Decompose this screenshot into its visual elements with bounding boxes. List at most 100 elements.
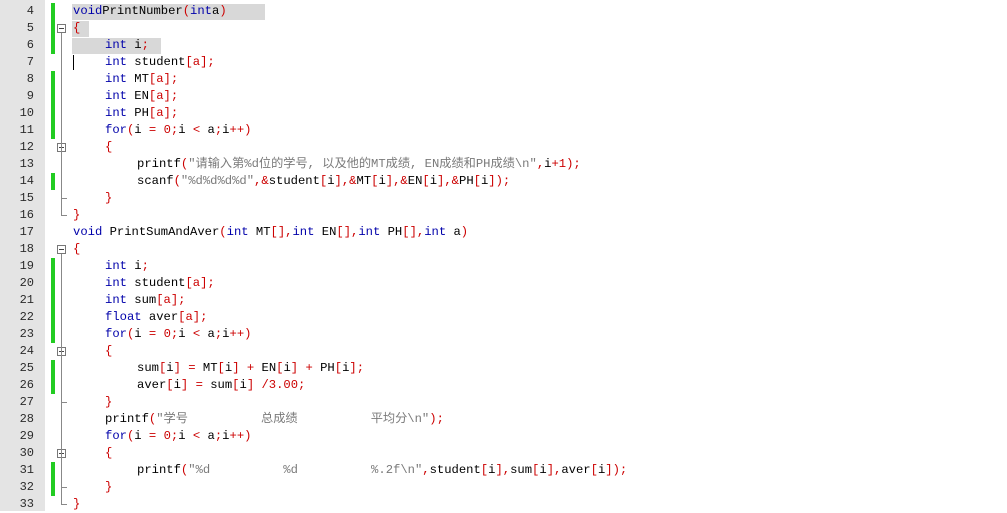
code-token: ], <box>546 463 562 477</box>
code-text[interactable]: int i; <box>105 37 149 54</box>
fold-toggle-icon[interactable] <box>57 245 66 254</box>
code-token: "请输入第%d位的学号, 以及他的MT成绩, EN成绩和PH成绩\n" <box>188 157 537 171</box>
line-number: 6 <box>26 38 34 52</box>
code-token: student <box>429 463 481 477</box>
code-line[interactable]: 10 int PH[a]; <box>0 105 1007 122</box>
change-marker <box>51 105 55 122</box>
code-line[interactable]: 11 for(i = 0;i < a;i++) <box>0 122 1007 139</box>
code-text[interactable]: for(i = 0;i < a;i++) <box>105 122 251 139</box>
code-token: EN <box>407 174 423 188</box>
code-token: , <box>422 463 430 477</box>
code-token: } <box>105 191 113 205</box>
code-line[interactable]: 19 int i; <box>0 258 1007 275</box>
code-text[interactable]: scanf("%d%d%d%d",&student[i],&MT[i],&EN[… <box>137 173 510 190</box>
code-token: EN <box>314 225 337 239</box>
code-text[interactable]: void PrintSumAndAver(int MT[],int EN[],i… <box>73 224 468 241</box>
code-line[interactable]: 6 int i; <box>0 37 1007 54</box>
code-text[interactable]: } <box>105 479 112 496</box>
code-token: [], <box>270 225 293 239</box>
code-text[interactable]: int student[a]; <box>105 275 215 292</box>
code-line[interactable]: 29 for(i = 0;i < a;i++) <box>0 428 1007 445</box>
code-text[interactable]: voidPrintNumber(inta) <box>73 3 227 20</box>
code-line[interactable]: 33} <box>0 496 1007 513</box>
code-text[interactable]: for(i = 0;i < a;i++) <box>105 326 251 343</box>
code-line[interactable]: 7 int student[a]; <box>0 54 1007 71</box>
code-line[interactable]: 8 int MT[a]; <box>0 71 1007 88</box>
code-text[interactable]: { <box>105 445 112 462</box>
code-token: for <box>105 327 127 341</box>
code-line[interactable]: 15} <box>0 190 1007 207</box>
code-line[interactable]: 13 printf("请输入第%d位的学号, 以及他的MT成绩, EN成绩和PH成… <box>0 156 1007 173</box>
line-number: 22 <box>19 310 34 324</box>
line-number: 28 <box>19 412 34 426</box>
code-text[interactable]: { <box>105 343 112 360</box>
code-token: int <box>105 259 127 273</box>
code-text[interactable]: { <box>105 139 112 156</box>
code-token: { <box>105 344 113 358</box>
code-text[interactable]: printf("请输入第%d位的学号, 以及他的MT成绩, EN成绩和PH成绩\… <box>137 156 581 173</box>
fold-end-marker <box>61 504 67 505</box>
code-text[interactable]: } <box>73 496 80 513</box>
code-token: sum <box>126 293 157 307</box>
code-line[interactable]: 9 int EN[a]; <box>0 88 1007 105</box>
code-text[interactable]: int sum[a]; <box>105 292 185 309</box>
code-line[interactable]: 22 float aver[a]; <box>0 309 1007 326</box>
code-text[interactable]: int PH[a]; <box>105 105 178 122</box>
code-text[interactable]: } <box>105 394 112 411</box>
code-line[interactable]: 25 sum[i] = MT[i] + EN[i] + PH[i]; <box>0 360 1007 377</box>
code-line[interactable]: 26 aver[i] = sum[i] /3.00; <box>0 377 1007 394</box>
code-text[interactable]: int MT[a]; <box>105 71 178 88</box>
code-text[interactable]: printf("%d %d %.2f\n",student[i],sum[i],… <box>137 462 627 479</box>
code-token: /3.00; <box>261 378 306 392</box>
code-token: ],& <box>437 174 459 188</box>
code-token: i <box>134 123 149 137</box>
code-token: [ <box>166 378 174 392</box>
code-line[interactable]: 4 voidPrintNumber(inta) <box>0 3 1007 20</box>
code-token: int <box>105 72 127 86</box>
code-line[interactable]: 12 { <box>0 139 1007 156</box>
code-token: int <box>105 89 127 103</box>
code-line[interactable]: 17 void PrintSumAndAver(int MT[],int EN[]… <box>0 224 1007 241</box>
code-line[interactable]: 21 int sum[a]; <box>0 292 1007 309</box>
code-line[interactable]: 18 { <box>0 241 1007 258</box>
code-line[interactable]: 31 printf("%d %d %.2f\n",student[i],sum[i… <box>0 462 1007 479</box>
code-line[interactable]: 20 int student[a]; <box>0 275 1007 292</box>
code-text[interactable]: float aver[a]; <box>105 309 207 326</box>
code-token: [a]; <box>156 293 186 307</box>
code-text[interactable]: } <box>105 190 112 207</box>
fold-toggle-icon[interactable] <box>57 24 66 33</box>
code-text[interactable]: { <box>73 20 80 37</box>
code-text[interactable]: for(i = 0;i < a;i++) <box>105 428 251 445</box>
code-token: [], <box>336 225 359 239</box>
code-text[interactable]: { <box>73 241 80 258</box>
line-number: 11 <box>19 123 34 137</box>
code-token: int <box>424 225 447 239</box>
code-line[interactable]: 30 { <box>0 445 1007 462</box>
code-token: student <box>126 276 186 290</box>
code-token: EN <box>126 89 149 103</box>
code-line[interactable]: 32} <box>0 479 1007 496</box>
code-text[interactable]: sum[i] = MT[i] + EN[i] + PH[i]; <box>137 360 364 377</box>
fold-guide-line <box>61 152 62 198</box>
code-line[interactable]: 28 printf("学号 总成绩 平均分\n"); <box>0 411 1007 428</box>
code-line[interactable]: 16} <box>0 207 1007 224</box>
code-token: ) <box>219 4 227 18</box>
code-line[interactable]: 27} <box>0 394 1007 411</box>
code-token: ],& <box>385 174 408 188</box>
code-text[interactable]: printf("学号 总成绩 平均分\n"); <box>105 411 444 428</box>
code-text[interactable]: int EN[a]; <box>105 88 178 105</box>
code-editor[interactable]: 4 voidPrintNumber(inta) 5{6 int i; 7 int stud… <box>0 0 1007 511</box>
code-line[interactable]: 23 for(i = 0;i < a;i++) <box>0 326 1007 343</box>
code-text[interactable]: int student[a]; <box>105 54 215 71</box>
code-token: i <box>378 174 386 188</box>
code-text[interactable]: int i; <box>105 258 149 275</box>
code-line[interactable]: 5{ <box>0 20 1007 37</box>
code-token: int <box>105 293 127 307</box>
code-line[interactable]: 24 { <box>0 343 1007 360</box>
code-line[interactable]: 14 scanf("%d%d%d%d",&student[i],&MT[i],&E… <box>0 173 1007 190</box>
code-token: "学号 总成绩 平均分\n" <box>156 412 430 426</box>
code-text[interactable]: } <box>73 207 80 224</box>
code-text[interactable]: aver[i] = sum[i] /3.00; <box>137 377 305 394</box>
